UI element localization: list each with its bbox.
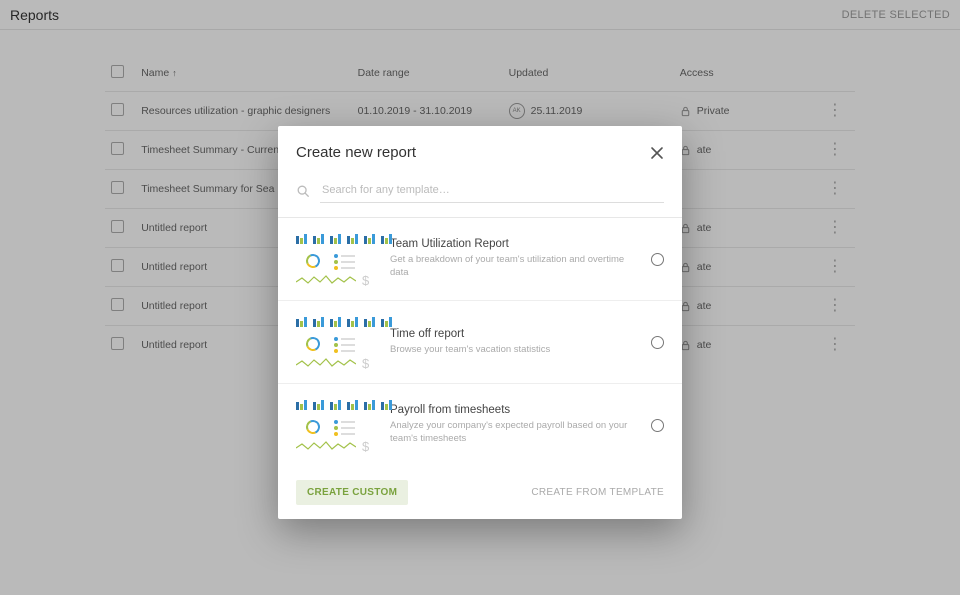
- dollar-icon: $: [362, 273, 369, 288]
- template-radio[interactable]: [651, 253, 664, 266]
- template-title: Team Utilization Report: [390, 238, 637, 250]
- template-option[interactable]: $ Payroll from timesheets Analyze your com…: [278, 384, 682, 466]
- template-radio[interactable]: [651, 419, 664, 432]
- template-thumb: $: [296, 232, 376, 286]
- template-radio[interactable]: [651, 336, 664, 349]
- template-desc: Browse your team's vacation statistics: [390, 344, 637, 357]
- create-custom-button[interactable]: CREATE CUSTOM: [296, 480, 408, 505]
- dollar-icon: $: [362, 356, 369, 371]
- template-option[interactable]: $ Team Utilization Report Get a breakdown …: [278, 218, 682, 301]
- template-desc: Get a breakdown of your team's utilizati…: [390, 254, 637, 280]
- create-report-modal: Create new report $ Team Utilization Repo…: [278, 126, 682, 519]
- template-option[interactable]: $ Time off report Browse your team's vacat…: [278, 301, 682, 384]
- template-thumb: $: [296, 398, 376, 452]
- template-list[interactable]: $ Team Utilization Report Get a breakdown …: [278, 217, 682, 466]
- template-title: Payroll from timesheets: [390, 404, 637, 416]
- template-title: Time off report: [390, 328, 637, 340]
- dollar-icon: $: [362, 439, 369, 454]
- template-desc: Analyze your company's expected payroll …: [390, 420, 637, 446]
- close-icon[interactable]: [650, 146, 664, 160]
- template-thumb: $: [296, 315, 376, 369]
- modal-title: Create new report: [296, 144, 416, 161]
- search-icon: [296, 184, 310, 198]
- create-from-template-button[interactable]: CREATE FROM TEMPLATE: [531, 487, 664, 498]
- template-search-input[interactable]: [320, 179, 664, 203]
